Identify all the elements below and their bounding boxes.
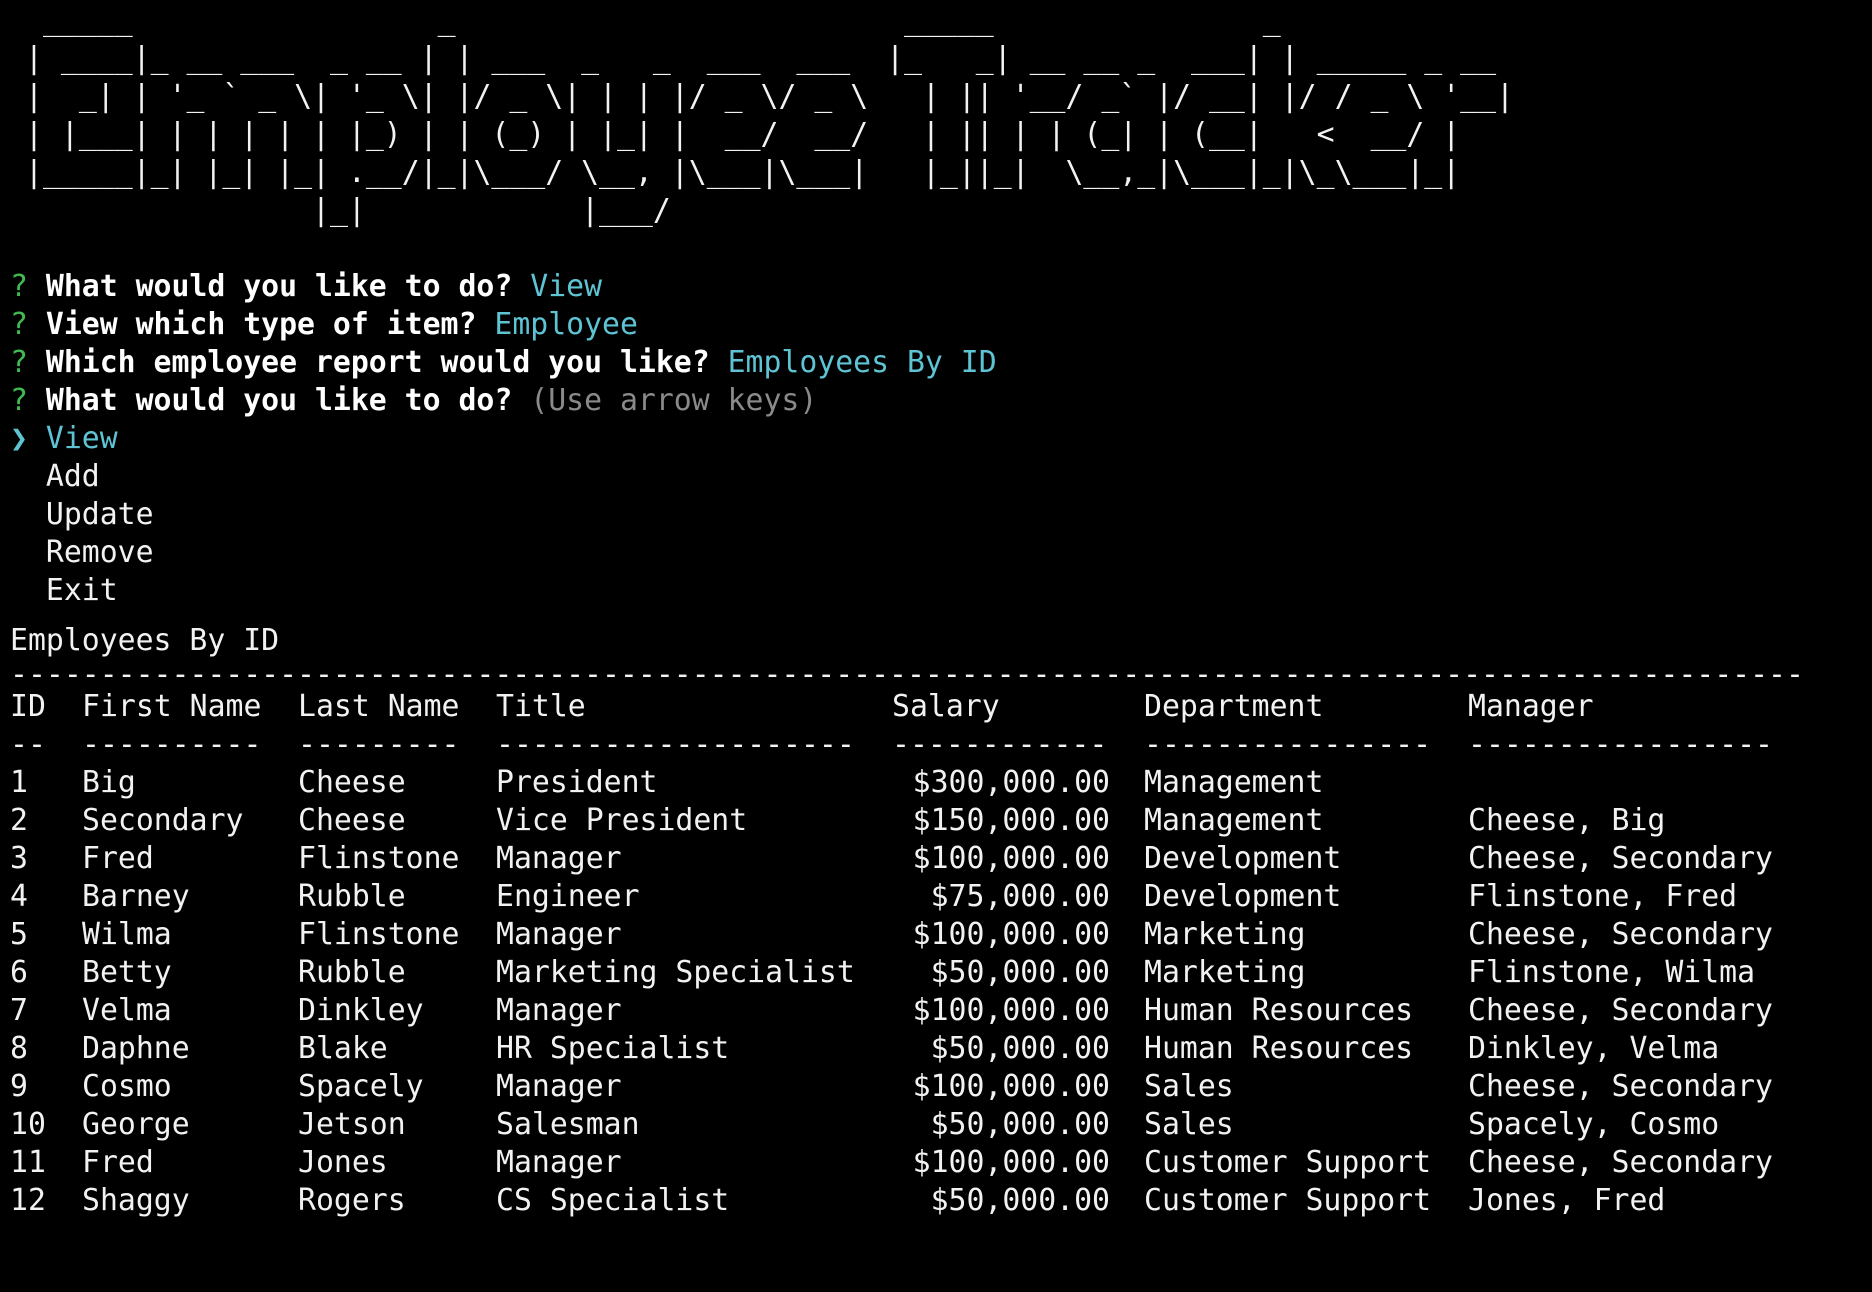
cell-title: Vice President	[496, 803, 748, 838]
cell-title: Manager	[496, 917, 622, 952]
cell-title: Salesman	[496, 1107, 640, 1142]
cell-first-name: Betty	[82, 955, 172, 990]
cell-last-name: Cheese	[298, 803, 406, 838]
cell-id: 3	[10, 841, 28, 876]
cell-manager: Cheese, Secondary	[1468, 841, 1773, 876]
cell-last-name: Rubble	[298, 955, 406, 990]
cell-title: President	[496, 765, 658, 800]
cell-first-name: Daphne	[82, 1031, 190, 1066]
cell-first-name: George	[82, 1107, 190, 1142]
cell-id: 4	[10, 879, 28, 914]
cell-id: 8	[10, 1031, 28, 1066]
cell-first-name: Wilma	[82, 917, 172, 952]
cell-id: 1	[10, 765, 28, 800]
column-header-salary: Salary	[892, 689, 1000, 724]
cell-last-name: Blake	[298, 1031, 388, 1066]
employee-table: ID First Name Last Name Title Salary Departme…	[10, 0, 1862, 1292]
column-header-manager: Manager	[1468, 689, 1594, 724]
cell-salary: $100,000.00	[912, 993, 1110, 1028]
cell-department: Human Resources	[1144, 993, 1414, 1028]
cell-id: 2	[10, 803, 28, 838]
cell-salary: $100,000.00	[912, 917, 1110, 952]
column-underline: ----------------	[1144, 727, 1432, 762]
cell-first-name: Barney	[82, 879, 190, 914]
cell-id: 9	[10, 1069, 28, 1104]
cell-manager: Flinstone, Wilma	[1468, 955, 1756, 990]
cell-manager: Cheese, Secondary	[1468, 1069, 1773, 1104]
cell-last-name: Spacely	[298, 1069, 424, 1104]
column-underline: --	[10, 727, 46, 762]
terminal-window[interactable]: _____ _ _____ _ | ____|_ __ ___ _ __ | |…	[10, 0, 1862, 1292]
cell-first-name: Fred	[82, 1145, 154, 1180]
column-header-first-name: First Name	[82, 689, 262, 724]
cell-manager: Cheese, Big	[1468, 803, 1666, 838]
cell-title: Manager	[496, 993, 622, 1028]
cell-manager: Jones, Fred	[1468, 1183, 1666, 1218]
cell-last-name: Dinkley	[298, 993, 424, 1028]
cell-manager: Spacely, Cosmo	[1468, 1107, 1720, 1142]
column-underline: ---------	[298, 727, 460, 762]
cell-id: 7	[10, 993, 28, 1028]
cell-first-name: Secondary	[82, 803, 244, 838]
cell-salary: $50,000.00	[930, 1031, 1110, 1066]
cell-last-name: Cheese	[298, 765, 406, 800]
cell-id: 10	[10, 1107, 46, 1142]
cell-title: Marketing Specialist	[496, 955, 855, 990]
cell-department: Customer Support	[1144, 1183, 1432, 1218]
column-underline: -----------------	[1468, 727, 1773, 762]
cell-department: Sales	[1144, 1107, 1234, 1142]
cell-id: 11	[10, 1145, 46, 1180]
cell-manager: Dinkley, Velma	[1468, 1031, 1720, 1066]
cell-manager: Cheese, Secondary	[1468, 1145, 1773, 1180]
column-header-title: Title	[496, 689, 586, 724]
cell-department: Management	[1144, 765, 1324, 800]
cell-last-name: Flinstone	[298, 917, 460, 952]
cell-salary: $100,000.00	[912, 841, 1110, 876]
cell-salary: $100,000.00	[912, 1145, 1110, 1180]
column-header-id: ID	[10, 689, 46, 724]
cell-title: HR Specialist	[496, 1031, 730, 1066]
cell-id: 12	[10, 1183, 46, 1218]
cell-title: Engineer	[496, 879, 640, 914]
column-underline: ------------	[892, 727, 1108, 762]
column-header-last-name: Last Name	[298, 689, 460, 724]
cell-last-name: Rubble	[298, 879, 406, 914]
cell-title: Manager	[496, 1069, 622, 1104]
cell-title: CS Specialist	[496, 1183, 730, 1218]
cell-salary: $100,000.00	[912, 1069, 1110, 1104]
cell-department: Marketing	[1144, 917, 1306, 952]
cell-first-name: Fred	[82, 841, 154, 876]
column-underline: ----------	[82, 727, 262, 762]
cell-salary: $50,000.00	[930, 1183, 1110, 1218]
cell-department: Management	[1144, 803, 1324, 838]
cell-last-name: Rogers	[298, 1183, 406, 1218]
cell-first-name: Velma	[82, 993, 172, 1028]
cell-salary: $150,000.00	[912, 803, 1110, 838]
cell-salary: $50,000.00	[930, 955, 1110, 990]
cell-last-name: Jetson	[298, 1107, 406, 1142]
cell-manager: Flinstone, Fred	[1468, 879, 1738, 914]
cell-department: Sales	[1144, 1069, 1234, 1104]
cell-id: 5	[10, 917, 28, 952]
cell-title: Manager	[496, 841, 622, 876]
cell-salary: $50,000.00	[930, 1107, 1110, 1142]
cell-first-name: Cosmo	[82, 1069, 172, 1104]
cell-title: Manager	[496, 1145, 622, 1180]
cell-last-name: Jones	[298, 1145, 388, 1180]
column-header-department: Department	[1144, 689, 1324, 724]
cell-last-name: Flinstone	[298, 841, 460, 876]
cell-first-name: Shaggy	[82, 1183, 190, 1218]
cell-department: Human Resources	[1144, 1031, 1414, 1066]
cell-first-name: Big	[82, 765, 136, 800]
cell-manager: Cheese, Secondary	[1468, 993, 1773, 1028]
cell-salary: $75,000.00	[930, 879, 1110, 914]
cell-manager: Cheese, Secondary	[1468, 917, 1773, 952]
column-underline: --------------------	[496, 727, 855, 762]
cell-department: Marketing	[1144, 955, 1306, 990]
cell-salary: $300,000.00	[912, 765, 1110, 800]
cell-department: Development	[1144, 841, 1342, 876]
cell-id: 6	[10, 955, 28, 990]
cell-department: Development	[1144, 879, 1342, 914]
cell-department: Customer Support	[1144, 1145, 1432, 1180]
